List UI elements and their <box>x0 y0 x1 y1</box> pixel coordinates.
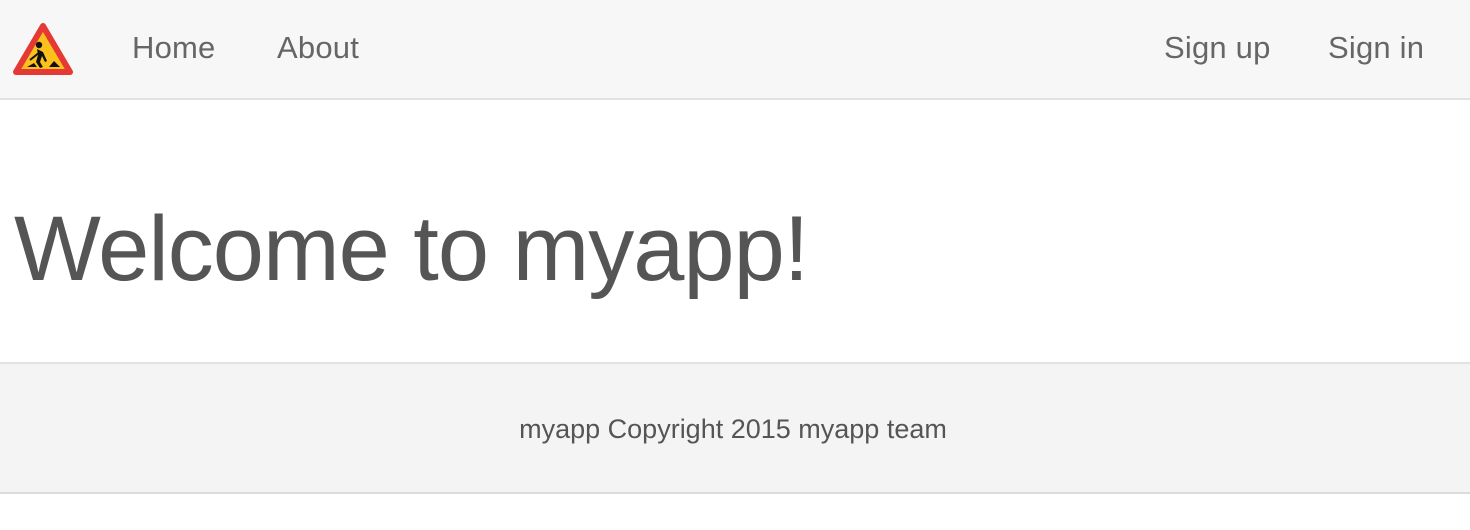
footer: myapp Copyright 2015 myapp team <box>0 362 1470 494</box>
hero-section: Welcome to myapp! <box>0 100 1470 362</box>
navbar: Home About Sign up Sign in <box>0 0 1470 100</box>
nav-link-home[interactable]: Home <box>132 28 216 68</box>
nav-link-sign-up[interactable]: Sign up <box>1164 28 1271 68</box>
footer-copyright: myapp Copyright 2015 myapp team <box>519 414 947 444</box>
nav-link-sign-in[interactable]: Sign in <box>1328 28 1424 68</box>
page-title: Welcome to myapp! <box>14 198 809 300</box>
brand-logo-link[interactable] <box>12 22 74 78</box>
road-work-warning-icon <box>13 23 73 75</box>
nav-link-about[interactable]: About <box>277 28 359 68</box>
